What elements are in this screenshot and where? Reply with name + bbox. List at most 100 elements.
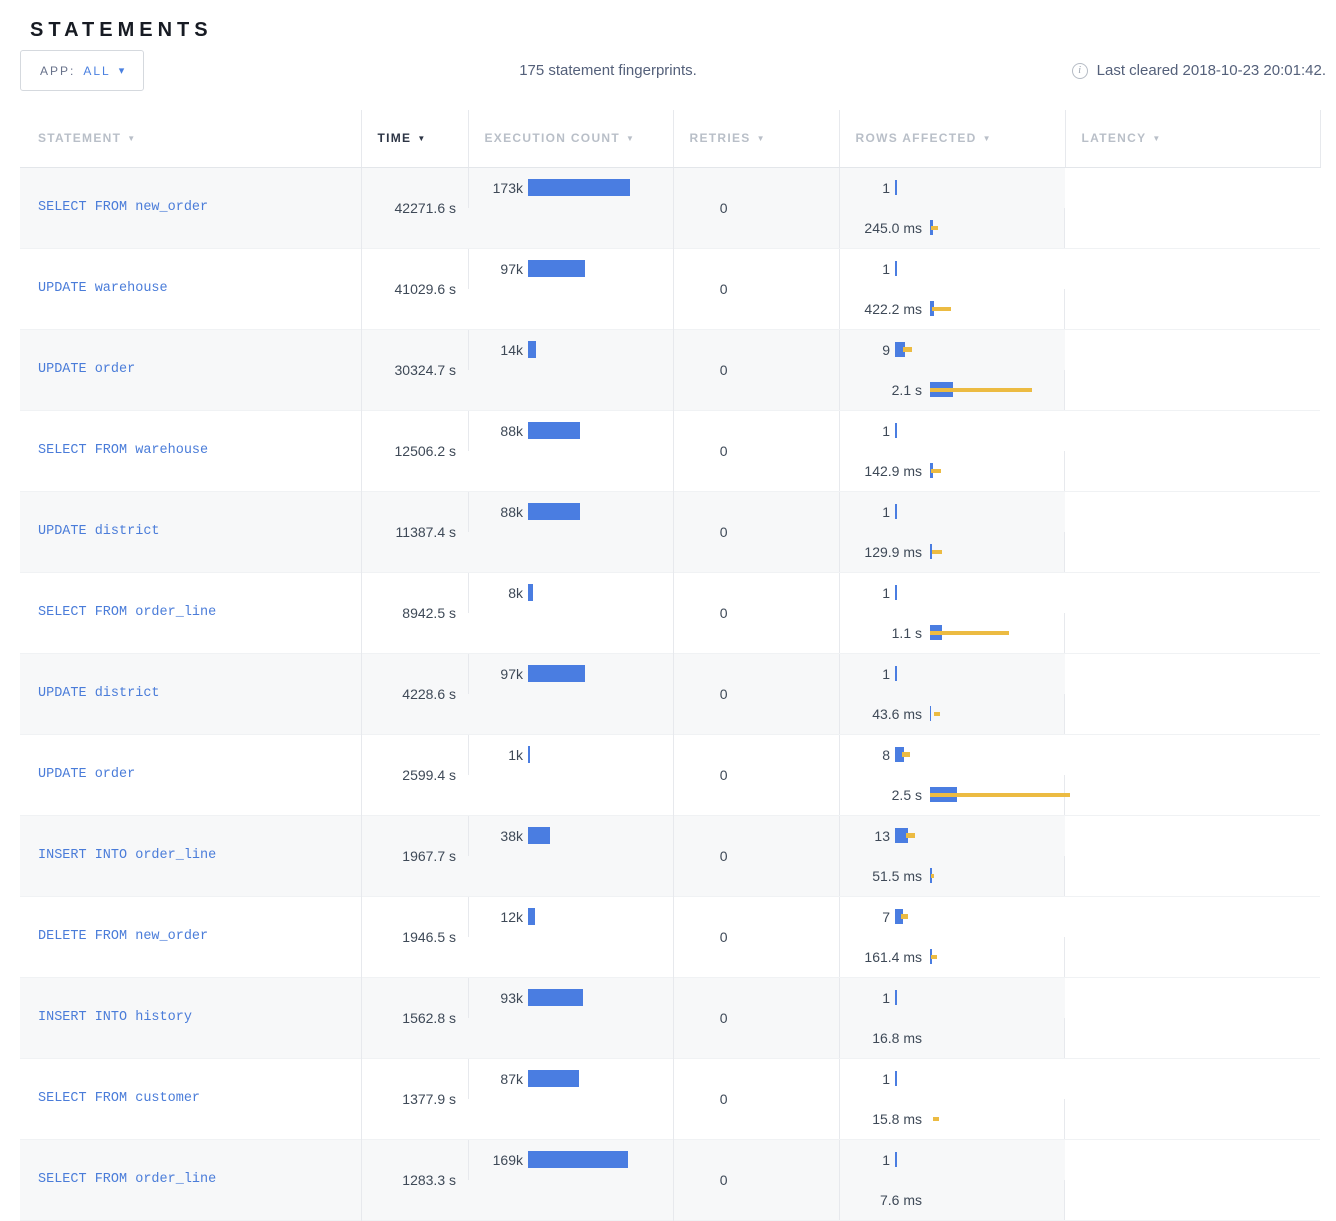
- column-header-statement[interactable]: STATEMENT▼: [20, 110, 361, 167]
- time-cell: 12506.2 s: [361, 410, 468, 491]
- exec-bar: [528, 260, 585, 277]
- exec-bar: [528, 989, 583, 1006]
- exec-cell: 14k: [468, 330, 673, 370]
- rows-value: 7: [840, 909, 890, 925]
- statement-link[interactable]: DELETE FROM new_order: [38, 929, 208, 944]
- retries-cell: 0: [673, 491, 839, 572]
- lat-stddev-bar: [930, 388, 1032, 392]
- page-title: STATEMENTS: [30, 19, 213, 42]
- statement-link[interactable]: INSERT INTO order_line: [38, 848, 216, 863]
- lat-bar-area: [930, 937, 1064, 977]
- lat-value: 245.0 ms: [840, 220, 922, 236]
- statement-link[interactable]: UPDATE warehouse: [38, 281, 168, 296]
- statement-link[interactable]: UPDATE order: [38, 767, 135, 782]
- statement-cell: UPDATE warehouse: [20, 248, 361, 329]
- lat-value: 161.4 ms: [840, 949, 922, 965]
- retries-cell: 0: [673, 410, 839, 491]
- last-cleared: i Last cleared 2018-10-23 20:01:42.: [1072, 50, 1326, 91]
- rows-cell: 1: [839, 249, 1065, 289]
- table-row: UPDATE district11387.4 s88k01129.9 ms: [20, 491, 1320, 572]
- rows-value: 1: [840, 666, 890, 682]
- exec-bar-area: [528, 654, 673, 694]
- exec-cell: 97k: [468, 249, 673, 289]
- statement-link[interactable]: UPDATE order: [38, 362, 135, 377]
- lat-value: 15.8 ms: [840, 1111, 922, 1127]
- rows-value: 1: [840, 1152, 890, 1168]
- exec-bar-area: [528, 735, 673, 775]
- time-value: 1377.9 s: [402, 1091, 456, 1107]
- rows-bar-area: [895, 168, 1065, 208]
- exec-cell: 1k: [468, 735, 673, 775]
- exec-bar: [528, 746, 530, 763]
- column-header-time[interactable]: TIME▼: [361, 110, 468, 167]
- statements-table: STATEMENT▼TIME▼EXECUTION COUNT▼RETRIES▼R…: [20, 110, 1320, 1221]
- column-header-latency[interactable]: LATENCY▼: [1065, 110, 1320, 167]
- rows-cell: 9: [839, 330, 1065, 370]
- column-header-execution-count[interactable]: EXECUTION COUNT▼: [468, 110, 673, 167]
- rows-bar-area: [895, 249, 1065, 289]
- time-cell: 1967.7 s: [361, 815, 468, 896]
- time-cell: 8942.5 s: [361, 572, 468, 653]
- exec-bar: [528, 503, 580, 520]
- rows-bar: [895, 1152, 897, 1167]
- statement-cell: SELECT FROM new_order: [20, 167, 361, 248]
- rows-value: 1: [840, 504, 890, 520]
- lat-value: 51.5 ms: [840, 868, 922, 884]
- retries-value: 0: [674, 200, 728, 216]
- rows-bar: [895, 990, 897, 1005]
- retries-cell: 0: [673, 1058, 839, 1139]
- column-header-rows-affected[interactable]: ROWS AFFECTED▼: [839, 110, 1065, 167]
- lat-bar-area: [930, 613, 1064, 653]
- retries-cell: 0: [673, 653, 839, 734]
- lat-cell: 51.5 ms: [839, 856, 1065, 896]
- statement-link[interactable]: SELECT FROM new_order: [38, 200, 208, 215]
- statement-link[interactable]: SELECT FROM customer: [38, 1091, 200, 1106]
- toolbar: APP: ALL ▾ 175 statement fingerprints. i…: [0, 50, 1336, 91]
- lat-bar-area: [930, 1099, 1064, 1139]
- time-value: 1946.5 s: [402, 929, 456, 945]
- exec-bar-area: [528, 978, 673, 1018]
- table-row: UPDATE district4228.6 s97k0143.6 ms: [20, 653, 1320, 734]
- lat-stddev-bar: [931, 874, 934, 878]
- rows-value: 13: [840, 828, 890, 844]
- rows-bar: [895, 585, 897, 600]
- lat-stddev-bar: [930, 631, 1009, 635]
- time-cell: 1562.8 s: [361, 977, 468, 1058]
- statement-link[interactable]: SELECT FROM order_line: [38, 605, 216, 620]
- exec-cell: 88k: [468, 411, 673, 451]
- sort-arrow-icon: ▼: [757, 134, 766, 143]
- exec-value: 14k: [469, 342, 523, 358]
- retries-value: 0: [674, 524, 728, 540]
- time-value: 1562.8 s: [402, 1010, 456, 1026]
- lat-cell: 2.5 s: [839, 775, 1065, 815]
- sort-arrow-icon: ▼: [983, 134, 992, 143]
- statement-link[interactable]: UPDATE district: [38, 524, 160, 539]
- lat-value: 1.1 s: [840, 625, 922, 641]
- statement-link[interactable]: UPDATE district: [38, 686, 160, 701]
- rows-cell: 1: [839, 492, 1065, 532]
- statement-link[interactable]: INSERT INTO history: [38, 1010, 192, 1025]
- lat-stddev-bar: [934, 712, 940, 716]
- statement-cell: DELETE FROM new_order: [20, 896, 361, 977]
- app-filter-dropdown[interactable]: APP: ALL ▾: [20, 50, 144, 91]
- statement-link[interactable]: SELECT FROM order_line: [38, 1172, 216, 1187]
- table-row: SELECT FROM customer1377.9 s87k0115.8 ms: [20, 1058, 1320, 1139]
- statement-link[interactable]: SELECT FROM warehouse: [38, 443, 208, 458]
- lat-value: 422.2 ms: [840, 301, 922, 317]
- exec-bar: [528, 341, 536, 358]
- time-cell: 2599.4 s: [361, 734, 468, 815]
- lat-value: 43.6 ms: [840, 706, 922, 722]
- table-row: SELECT FROM order_line1283.3 s169k017.6 …: [20, 1139, 1320, 1220]
- retries-cell: 0: [673, 977, 839, 1058]
- time-value: 1283.3 s: [402, 1172, 456, 1188]
- retries-value: 0: [674, 1010, 728, 1026]
- rows-cell: 1: [839, 978, 1065, 1018]
- column-header-retries[interactable]: RETRIES▼: [673, 110, 839, 167]
- time-cell: 4228.6 s: [361, 653, 468, 734]
- retries-cell: 0: [673, 572, 839, 653]
- lat-stddev-bar: [931, 469, 941, 473]
- info-icon[interactable]: i: [1072, 63, 1088, 79]
- sort-arrow-icon: ▼: [127, 134, 136, 143]
- lat-stddev-bar: [933, 1117, 939, 1121]
- time-value: 30324.7 s: [395, 362, 457, 378]
